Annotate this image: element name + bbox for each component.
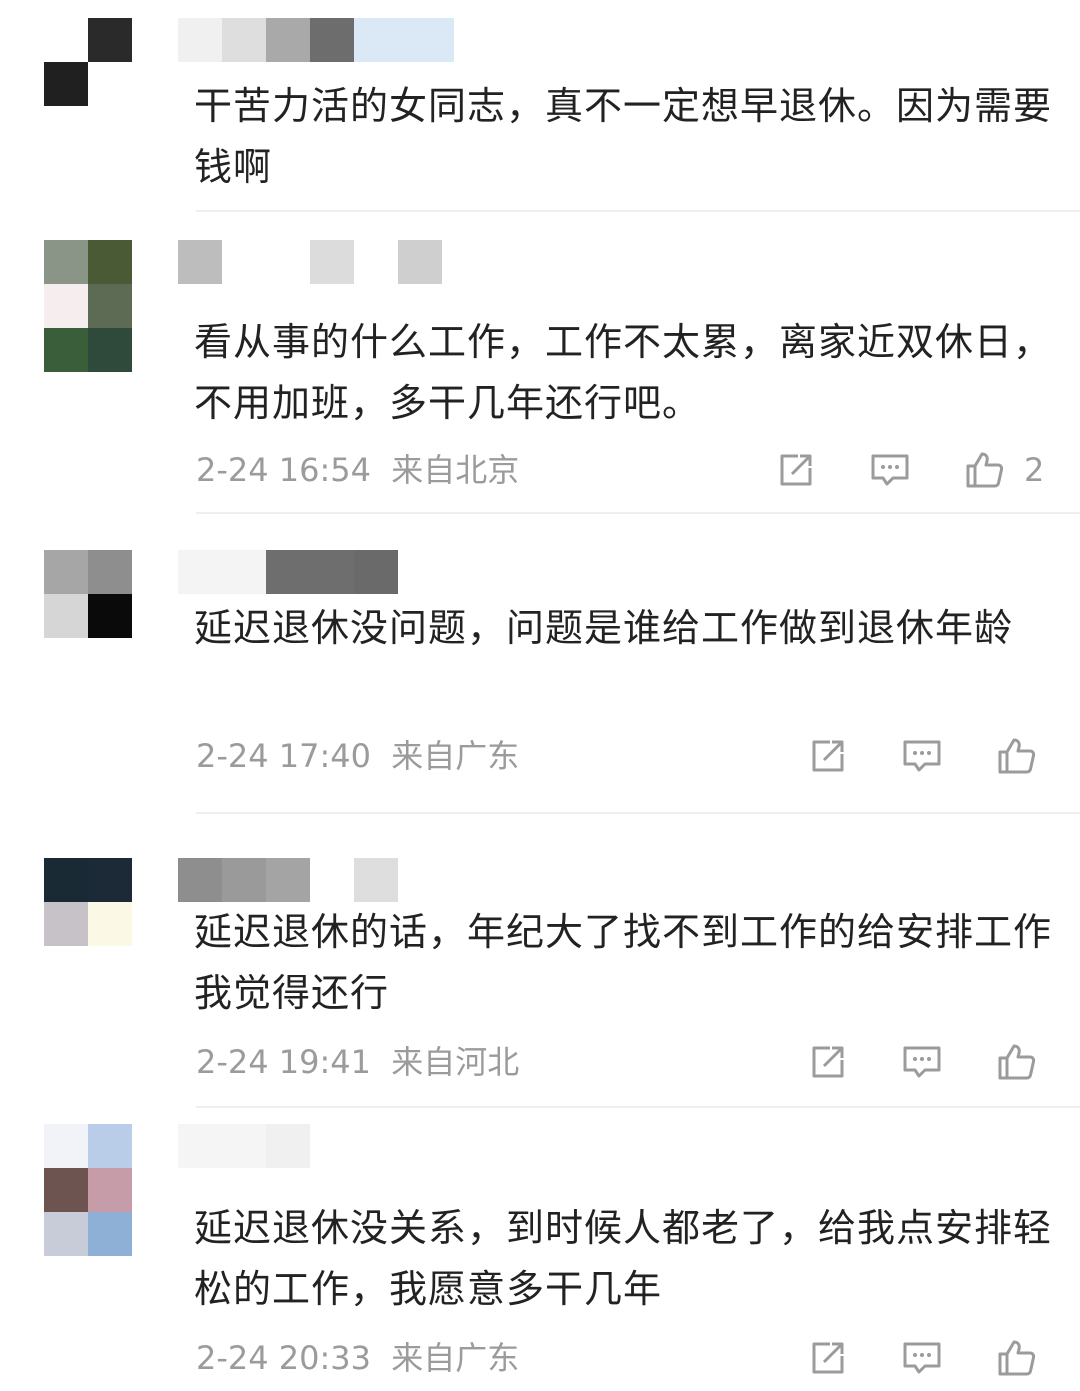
avatar-pixel xyxy=(44,1168,88,1212)
timestamp: 2-24 16:54 xyxy=(196,451,372,489)
like-icon[interactable] xyxy=(962,448,1006,492)
like-icon[interactable] xyxy=(994,734,1038,778)
avatar-pixel xyxy=(88,1124,132,1168)
username-blurred[interactable] xyxy=(178,1124,310,1168)
name-pixel xyxy=(266,18,310,62)
comment-actions xyxy=(806,1336,1038,1380)
avatar-pixel xyxy=(44,18,88,62)
username-blurred[interactable] xyxy=(178,550,398,594)
avatar[interactable] xyxy=(44,18,132,106)
name-pixel xyxy=(222,18,266,62)
comment-item: 延迟退休的话，年纪大了找不到工作的给安排工作我觉得还行 2-24 19:41 来… xyxy=(0,814,1080,1110)
divider xyxy=(196,1106,1080,1108)
timestamp: 2-24 19:41 xyxy=(196,1043,372,1081)
avatar-pixel xyxy=(88,1168,132,1212)
like-icon[interactable] xyxy=(994,1040,1038,1084)
comment-item: 看从事的什么工作，工作不太累，离家近双休日，不用加班，多干几年还行吧。 2-24… xyxy=(0,226,1080,516)
name-pixel xyxy=(266,550,354,594)
name-pixel xyxy=(222,858,266,902)
name-pixel xyxy=(398,240,442,284)
avatar-pixel xyxy=(44,1212,88,1256)
avatar-pixel xyxy=(44,902,88,946)
username-blurred[interactable] xyxy=(178,858,398,902)
avatar-pixel xyxy=(88,284,132,328)
avatar-pixel xyxy=(44,550,88,594)
avatar-pixel xyxy=(88,328,132,372)
name-pixel xyxy=(266,1124,310,1168)
avatar-pixel xyxy=(44,284,88,328)
comment-meta: 2-24 17:40 来自广东 xyxy=(196,734,519,778)
avatar-pixel xyxy=(88,594,132,638)
avatar-pixel xyxy=(88,240,132,284)
comment-icon[interactable] xyxy=(900,1040,944,1084)
name-pixel xyxy=(222,240,310,284)
comment-actions: 2 xyxy=(774,448,1044,492)
avatar-pixel xyxy=(88,902,132,946)
comment-icon[interactable] xyxy=(900,734,944,778)
name-pixel xyxy=(310,240,354,284)
name-pixel xyxy=(178,1124,266,1168)
name-pixel xyxy=(310,858,354,902)
comment-text: 延迟退休没关系，到时候人都老了，给我点安排轻松的工作，我愿意多干几年 xyxy=(194,1206,1053,1311)
comment-meta: 2-24 19:41 来自河北 xyxy=(196,1040,519,1084)
name-pixel xyxy=(178,858,222,902)
avatar-pixel xyxy=(88,550,132,594)
username-blurred[interactable] xyxy=(178,240,442,284)
name-pixel xyxy=(178,240,222,284)
avatar-pixel xyxy=(88,1212,132,1256)
avatar-pixel xyxy=(44,594,88,638)
comment-text: 延迟退休的话，年纪大了找不到工作的给安排工作我觉得还行 xyxy=(194,910,1053,1015)
avatar-pixel xyxy=(88,858,132,902)
comment-icon[interactable] xyxy=(900,1336,944,1380)
avatar[interactable] xyxy=(44,858,132,946)
name-pixel xyxy=(354,858,398,902)
username-blurred[interactable] xyxy=(178,18,454,62)
timestamp: 2-24 17:40 xyxy=(196,737,372,775)
divider xyxy=(196,512,1080,514)
name-pixel xyxy=(266,858,310,902)
timestamp: 2-24 20:33 xyxy=(196,1339,372,1377)
comment-text: 延迟退休没问题，问题是谁给工作做到退休年龄 xyxy=(194,606,1014,650)
name-pixel xyxy=(354,550,398,594)
avatar-pixel xyxy=(44,858,88,902)
like-icon[interactable] xyxy=(994,1336,1038,1380)
name-pixel xyxy=(354,18,454,62)
comment-text: 看从事的什么工作，工作不太累，离家近双休日，不用加班，多干几年还行吧。 xyxy=(194,320,1053,425)
name-pixel xyxy=(178,18,222,62)
avatar-pixel xyxy=(44,1124,88,1168)
name-pixel xyxy=(354,240,398,284)
avatar-pixel xyxy=(44,328,88,372)
comment-actions xyxy=(806,1040,1038,1084)
avatar[interactable] xyxy=(44,1124,132,1256)
name-pixel xyxy=(310,18,354,62)
avatar[interactable] xyxy=(44,240,132,372)
share-icon[interactable] xyxy=(806,1336,850,1380)
share-icon[interactable] xyxy=(806,734,850,778)
comment-text: 干苦力活的女同志，真不一定想早退休。因为需要钱啊 xyxy=(194,84,1053,189)
avatar-pixel xyxy=(44,62,88,106)
location: 来自广东 xyxy=(391,737,520,775)
share-icon[interactable] xyxy=(774,448,818,492)
avatar[interactable] xyxy=(44,550,132,638)
avatar-pixel xyxy=(88,18,132,62)
comment-icon[interactable] xyxy=(868,448,912,492)
avatar-pixel xyxy=(44,240,88,284)
comment-meta: 2-24 20:33 来自广东 xyxy=(196,1336,519,1380)
share-icon[interactable] xyxy=(806,1040,850,1084)
avatar-pixel xyxy=(88,62,132,106)
comment-item: 延迟退休没问题，问题是谁给工作做到退休年龄 2-24 17:40 来自广东 xyxy=(0,516,1080,814)
name-pixel xyxy=(178,550,266,594)
comment-item: 延迟退休没关系，到时候人都老了，给我点安排轻松的工作，我愿意多干几年 2-24 … xyxy=(0,1110,1080,1391)
location: 来自广东 xyxy=(391,1339,520,1377)
divider xyxy=(196,210,1080,212)
comment-meta: 2-24 16:54 来自北京 xyxy=(196,448,519,492)
comment-item: 干苦力活的女同志，真不一定想早退休。因为需要钱啊 xyxy=(0,0,1080,226)
location: 来自河北 xyxy=(391,1043,520,1081)
location: 来自北京 xyxy=(391,451,520,489)
comment-actions xyxy=(806,734,1038,778)
like-count: 2 xyxy=(1024,451,1045,489)
